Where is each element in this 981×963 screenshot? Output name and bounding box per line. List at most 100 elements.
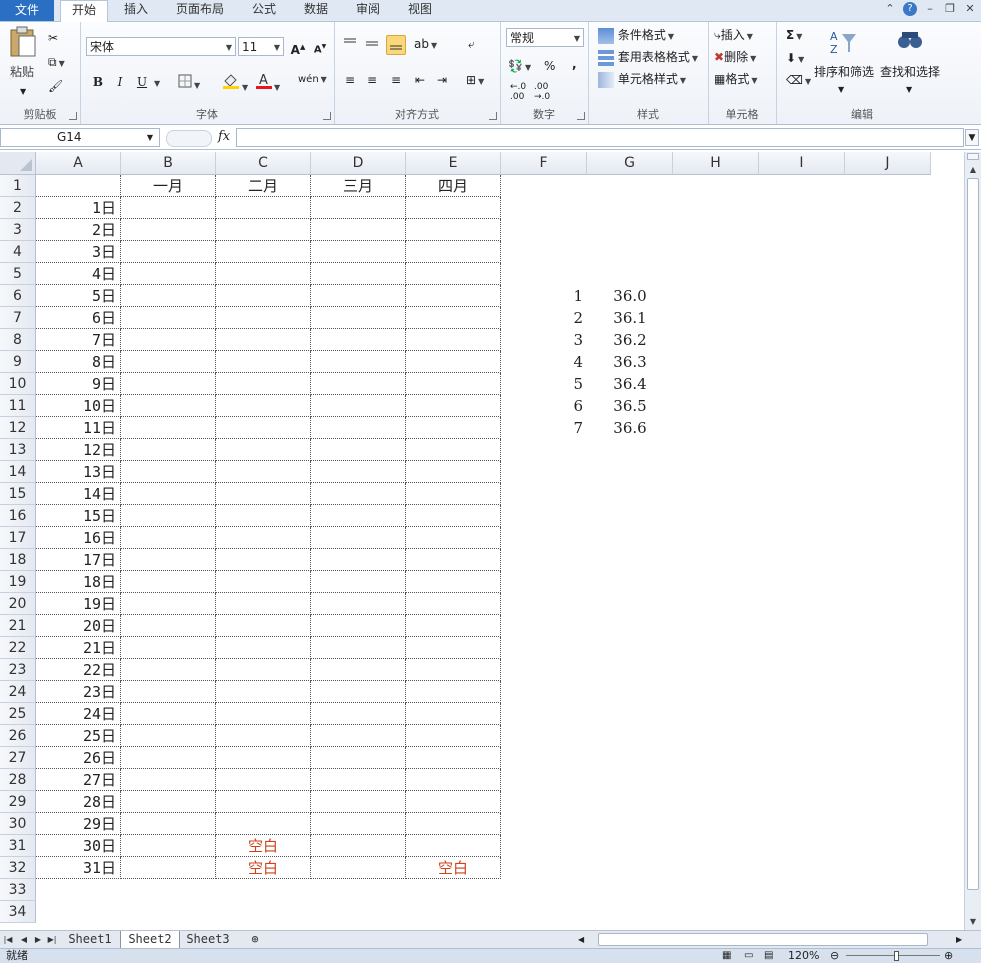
data-cell[interactable] — [311, 769, 406, 791]
next-sheet-icon[interactable]: ▶ — [32, 933, 44, 946]
day-label-cell[interactable]: 30日 — [36, 835, 121, 857]
data-cell[interactable] — [406, 241, 501, 263]
percent-style-button[interactable]: % — [544, 58, 555, 74]
data-cell[interactable] — [311, 527, 406, 549]
restore-icon[interactable]: ❐ — [943, 2, 957, 18]
find-select-dropdown-icon[interactable]: ▼ — [906, 82, 912, 98]
tab-review[interactable]: 审阅 — [346, 0, 390, 21]
data-cell[interactable] — [121, 593, 216, 615]
row-header-22[interactable]: 22 — [0, 637, 36, 659]
font-launcher-icon[interactable] — [323, 112, 331, 120]
underline-dropdown-icon[interactable]: ▼ — [152, 74, 160, 92]
data-cell[interactable] — [216, 197, 311, 219]
column-header-g[interactable]: G — [587, 152, 673, 175]
sort-filter-button[interactable]: 排序和筛选 — [814, 64, 874, 80]
decrease-decimal-icon[interactable]: .00 →.0 — [534, 82, 550, 102]
wrap-text-icon[interactable]: ⤶ — [468, 36, 475, 52]
day-label-cell[interactable]: 18日 — [36, 571, 121, 593]
first-sheet-icon[interactable]: |◀ — [2, 933, 14, 946]
decrease-indent-icon[interactable]: ⇤ — [410, 70, 430, 90]
side-value-cell[interactable]: 36.3 — [587, 351, 673, 373]
day-label-cell[interactable]: 14日 — [36, 483, 121, 505]
accounting-format-icon[interactable]: 💱 ▼ — [508, 58, 531, 76]
comma-style-button[interactable]: , — [572, 56, 577, 72]
vertical-scrollbar[interactable]: ▲ ▼ — [964, 152, 981, 930]
data-cell[interactable] — [311, 219, 406, 241]
data-cell[interactable] — [216, 681, 311, 703]
row-header-18[interactable]: 18 — [0, 549, 36, 571]
day-label-cell[interactable]: 2日 — [36, 219, 121, 241]
data-cell[interactable] — [311, 351, 406, 373]
data-cell[interactable] — [311, 857, 406, 879]
row-header-24[interactable]: 24 — [0, 681, 36, 703]
row-header-5[interactable]: 5 — [0, 263, 36, 285]
data-cell[interactable] — [121, 791, 216, 813]
data-cell[interactable] — [311, 505, 406, 527]
format-as-table-button[interactable]: 套用表格格式 ▼ — [598, 49, 698, 67]
find-select-button[interactable]: 查找和选择 — [880, 64, 940, 80]
shrink-font-icon[interactable]: A▼ — [310, 37, 330, 57]
scroll-up-icon[interactable]: ▲ — [965, 162, 981, 178]
column-header-e[interactable]: E — [406, 152, 501, 175]
row-header-32[interactable]: 32 — [0, 857, 36, 879]
day-label-cell[interactable]: 11日 — [36, 417, 121, 439]
data-cell[interactable] — [406, 285, 501, 307]
formula-input[interactable] — [236, 128, 964, 147]
data-cell[interactable] — [406, 219, 501, 241]
sort-filter-icon[interactable]: AZ — [828, 28, 858, 60]
row-header-9[interactable]: 9 — [0, 351, 36, 373]
data-cell[interactable] — [121, 681, 216, 703]
row-header-7[interactable]: 7 — [0, 307, 36, 329]
border-icon[interactable]: ▼ — [178, 74, 200, 94]
data-cell[interactable] — [311, 813, 406, 835]
italic-button[interactable]: I — [110, 72, 130, 92]
day-label-cell[interactable]: 10日 — [36, 395, 121, 417]
find-select-icon[interactable] — [896, 28, 924, 58]
day-label-cell[interactable]: 25日 — [36, 725, 121, 747]
font-name-select[interactable]: 宋体 ▼ — [86, 37, 236, 56]
zoom-slider-thumb[interactable] — [894, 951, 899, 961]
data-cell[interactable] — [121, 857, 216, 879]
day-label-cell[interactable]: 24日 — [36, 703, 121, 725]
data-cell[interactable] — [121, 703, 216, 725]
data-cell[interactable] — [406, 307, 501, 329]
format-cells-button[interactable]: ▦格式 ▼ — [714, 71, 758, 89]
data-cell[interactable] — [406, 417, 501, 439]
data-cell[interactable] — [216, 483, 311, 505]
page-layout-view-icon[interactable]: ▭ — [744, 950, 753, 961]
align-top-icon[interactable] — [340, 35, 360, 55]
data-cell[interactable] — [406, 549, 501, 571]
merge-center-icon[interactable]: ⊞ ▼ — [466, 72, 484, 90]
data-cell[interactable] — [216, 395, 311, 417]
data-cell[interactable] — [216, 571, 311, 593]
scroll-right-icon[interactable]: ▶ — [956, 932, 964, 947]
day-label-cell[interactable]: 12日 — [36, 439, 121, 461]
data-cell[interactable] — [121, 307, 216, 329]
data-cell[interactable] — [406, 197, 501, 219]
conditional-format-button[interactable]: 条件格式 ▼ — [598, 27, 674, 45]
row-header-19[interactable]: 19 — [0, 571, 36, 593]
delete-cells-button[interactable]: ✖删除 ▼ — [714, 49, 756, 67]
data-cell[interactable] — [406, 263, 501, 285]
side-index-cell[interactable]: 7 — [501, 417, 587, 439]
data-cell[interactable] — [121, 527, 216, 549]
expand-formula-bar-icon[interactable]: ▼ — [965, 129, 979, 146]
data-cell[interactable] — [121, 813, 216, 835]
data-cell[interactable] — [121, 417, 216, 439]
scroll-left-icon[interactable]: ◀ — [578, 932, 586, 947]
data-cell[interactable] — [121, 241, 216, 263]
column-header-i[interactable]: I — [759, 152, 845, 175]
data-cell[interactable] — [311, 461, 406, 483]
data-cell[interactable] — [216, 219, 311, 241]
last-sheet-icon[interactable]: ▶| — [46, 933, 58, 946]
data-cell[interactable] — [406, 395, 501, 417]
tab-view[interactable]: 视图 — [398, 0, 442, 21]
side-index-cell[interactable]: 2 — [501, 307, 587, 329]
data-cell[interactable] — [216, 549, 311, 571]
row-header-20[interactable]: 20 — [0, 593, 36, 615]
data-cell[interactable] — [406, 373, 501, 395]
data-cell[interactable] — [121, 461, 216, 483]
format-painter-icon[interactable]: 🖌 — [48, 78, 63, 94]
day-label-cell[interactable]: 16日 — [36, 527, 121, 549]
worksheet-grid[interactable]: ABCDEFGHIJ 1 2 3 4 5 6 7 8 9 10 11 12 13 14 15 16 17 18 19… — [0, 152, 964, 930]
